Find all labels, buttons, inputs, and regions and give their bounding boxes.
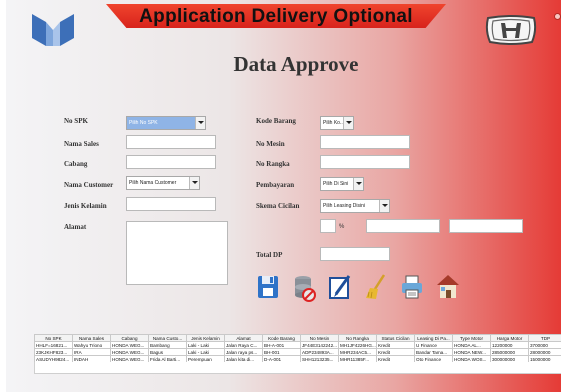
- kode-barang-label: Kode Barang: [256, 117, 296, 125]
- app-window: Application Delivery Optional Data Appro…: [6, 0, 561, 392]
- cabang-label: Cabang: [64, 160, 88, 168]
- table-cell: Kredit: [376, 341, 415, 349]
- table-header-row: No SPK Nama Sales Cabang Nama Custo... Jenis…: [34, 334, 561, 342]
- table-cell: HHLF=16821...: [34, 341, 73, 349]
- logo-icon: [32, 14, 74, 46]
- cicilan-amount-input[interactable]: [366, 219, 440, 233]
- no-mesin-input[interactable]: [320, 135, 410, 149]
- table-cell: BH-A-001: [262, 341, 301, 349]
- table-cell: 3700000: [528, 341, 561, 349]
- chevron-down-icon: [343, 117, 353, 129]
- page-title: Data Approve: [233, 52, 359, 76]
- cabang-input[interactable]: [126, 155, 216, 169]
- table-cell: Jalan Raya C...: [224, 341, 263, 349]
- column-header[interactable]: TDP: [528, 334, 561, 342]
- table-cell: HONDA NEW...: [452, 348, 491, 356]
- percent-sign: %: [339, 224, 345, 230]
- pembayaran-label: Pembayaran: [256, 181, 295, 189]
- column-header[interactable]: No Rangka: [338, 334, 377, 342]
- column-header[interactable]: Leasing Di Pa...: [414, 334, 453, 342]
- table-cell: Bagus: [148, 348, 187, 356]
- column-header[interactable]: Status Cicilan: [376, 334, 415, 342]
- column-header[interactable]: Type Motor: [452, 334, 491, 342]
- column-header[interactable]: No Mesin: [300, 334, 339, 342]
- table-cell: 28000000: [528, 348, 561, 356]
- no-spk-select[interactable]: Pilih No SPK: [126, 116, 206, 130]
- jenis-kelamin-label: Jenis Kelamin: [64, 202, 107, 210]
- total-dp-input[interactable]: [320, 247, 390, 261]
- table-cell: IRA: [72, 348, 111, 356]
- chevron-down-icon: [353, 178, 363, 190]
- jenis-kelamin-input[interactable]: [126, 197, 216, 211]
- table-cell: Jalan raya ps...: [224, 348, 263, 356]
- table-cell: 285000000: [490, 348, 529, 356]
- kode-barang-select[interactable]: Pilih Ko...: [320, 116, 354, 130]
- nama-sales-input[interactable]: [126, 135, 216, 149]
- column-header[interactable]: Kode Barang: [262, 334, 301, 342]
- no-spk-value: Pilih No SPK: [129, 120, 158, 126]
- pembayaran-select[interactable]: Pilih Di Sini: [320, 177, 364, 191]
- column-header[interactable]: Jenis Kelamin: [186, 334, 225, 342]
- pembayaran-value: Pilih Di Sini: [323, 181, 349, 187]
- nama-customer-select[interactable]: Pilih Nama Customer: [126, 176, 200, 190]
- nama-customer-value: Pilih Nama Customer: [129, 180, 177, 186]
- broom-icon[interactable]: [364, 272, 388, 302]
- cicilan-total-input[interactable]: [449, 219, 523, 233]
- table-cell: Laki - Laki: [186, 341, 225, 349]
- nama-customer-label: Nama Customer: [64, 181, 114, 189]
- table-row[interactable]: HHLF=16821... Wahyu Triono HONDA WEG... Bam…: [34, 341, 561, 349]
- column-header[interactable]: Nama Sales: [72, 334, 111, 342]
- table-cell: ADP234893A...: [300, 348, 339, 356]
- skema-cicilan-select[interactable]: Pilih Leasing Disini: [320, 199, 390, 213]
- column-header[interactable]: Harga Motor: [490, 334, 529, 342]
- table-cell: JF44E3142242...: [300, 341, 339, 349]
- column-header[interactable]: No SPK: [34, 334, 73, 342]
- nama-sales-label: Nama Sales: [64, 140, 99, 148]
- no-mesin-label: No Mesin: [256, 140, 285, 148]
- table-cell: 23KJKHF823...: [34, 348, 73, 356]
- home-icon[interactable]: [436, 272, 460, 302]
- honda-logo-icon: [485, 15, 537, 45]
- column-header[interactable]: Nama Custo...: [148, 334, 187, 342]
- edit-icon[interactable]: [328, 272, 352, 302]
- table-cell: HONDA AL...: [452, 341, 491, 349]
- cicilan-percent-input[interactable]: [320, 219, 336, 233]
- table-empty-area: [34, 362, 561, 374]
- column-header[interactable]: Cabang: [110, 334, 149, 342]
- table-cell: Bambang: [148, 341, 187, 349]
- no-rangka-label: No Rangka: [256, 160, 290, 168]
- column-header[interactable]: Alamat: [224, 334, 263, 342]
- alamat-label: Alamat: [64, 223, 87, 231]
- no-spk-label: No SPK: [64, 117, 88, 125]
- table-cell: U Finance: [414, 341, 453, 349]
- chevron-down-icon: [189, 177, 199, 189]
- table-cell: BH-001: [262, 348, 301, 356]
- table-cell: HONDA WEG...: [110, 348, 149, 356]
- total-dp-label: Total DP: [256, 251, 283, 259]
- table-cell: HONDA WEG...: [110, 341, 149, 349]
- table-cell: Laki - Laki: [186, 348, 225, 356]
- skema-cicilan-label: Skema Cicilan: [256, 202, 300, 210]
- chevron-down-icon: [195, 117, 205, 129]
- skema-cicilan-value: Pilih Leasing Disini: [323, 203, 365, 209]
- chevron-down-icon: [379, 200, 389, 212]
- table-cell: 12200000: [490, 341, 529, 349]
- close-button[interactable]: [554, 13, 561, 20]
- table-cell: Wahyu Triono: [72, 341, 111, 349]
- kode-barang-value: Pilih Ko...: [323, 120, 345, 126]
- save-icon[interactable]: [256, 272, 280, 302]
- delete-icon[interactable]: [292, 272, 316, 302]
- table-cell: Bandar Tama...: [414, 348, 453, 356]
- no-rangka-input[interactable]: [320, 155, 410, 169]
- table-row[interactable]: 23KJKHF823... IRA HONDA WEG... Bagus Laki - …: [34, 348, 561, 356]
- alamat-textarea[interactable]: [126, 221, 228, 285]
- table-cell: Kredit: [376, 348, 415, 356]
- table-cell: MH1JF4226HG...: [338, 341, 377, 349]
- app-title: Application Delivery Optional: [139, 6, 413, 27]
- table-cell: MHR234AC5...: [338, 348, 377, 356]
- printer-icon[interactable]: [400, 272, 424, 302]
